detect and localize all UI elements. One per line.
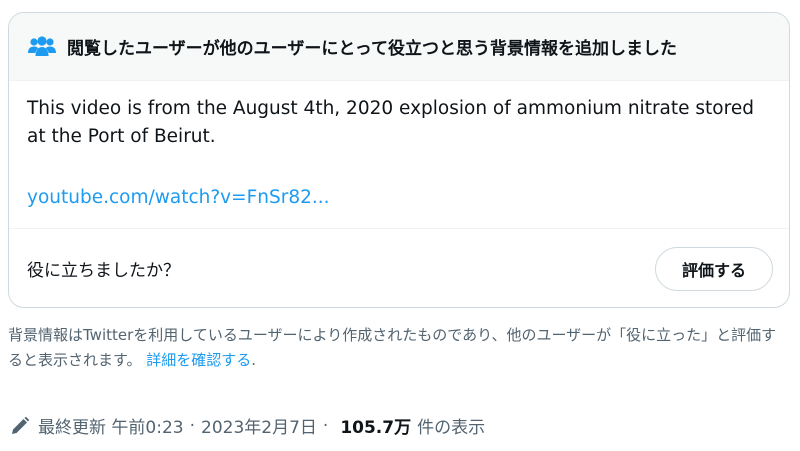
note-body: This video is from the August 4th, 2020 … (9, 81, 789, 229)
tweet-meta: 最終更新 午前0:23 · 2023年2月7日 · 105.7万 件の表示 (10, 413, 485, 438)
note-header: 閲覧したユーザーが他のユーザーにとって役立つと思う背景情報を追加しました (9, 13, 789, 81)
disclaimer-text: 背景情報はTwitterを利用しているユーザーにより作成されたものであり、他のユ… (8, 326, 777, 369)
note-disclaimer: 背景情報はTwitterを利用しているユーザーにより作成されたものであり、他のユ… (8, 323, 790, 373)
disclaimer-period: . (251, 351, 257, 369)
rate-button[interactable]: 評価する (654, 246, 773, 291)
people-icon (27, 35, 57, 58)
views-count: 105.7万 (340, 418, 412, 438)
source-link[interactable]: youtube.com/watch?v=FnSr82... (27, 187, 330, 208)
note-title: 閲覧したユーザーが他のユーザーにとって役立つと思う背景情報を追加しました (67, 39, 677, 59)
separator: · (189, 415, 195, 436)
pencil-icon (10, 416, 30, 436)
post-date: 2023年2月7日 (201, 418, 317, 438)
learn-more-link[interactable]: 詳細を確認する (146, 351, 251, 369)
views-label: 件の表示 (417, 418, 486, 438)
separator: · (322, 415, 329, 436)
last-edited[interactable]: 最終更新 午前0:23 (38, 413, 184, 438)
helpful-question: 役に立ちましたか？ (27, 261, 180, 281)
note-text: This video is from the August 4th, 2020 … (27, 98, 754, 147)
note-footer: 役に立ちましたか？ 評価する (9, 229, 789, 307)
community-note-card: 閲覧したユーザーが他のユーザーにとって役立つと思う背景情報を追加しました Thi… (8, 12, 790, 308)
